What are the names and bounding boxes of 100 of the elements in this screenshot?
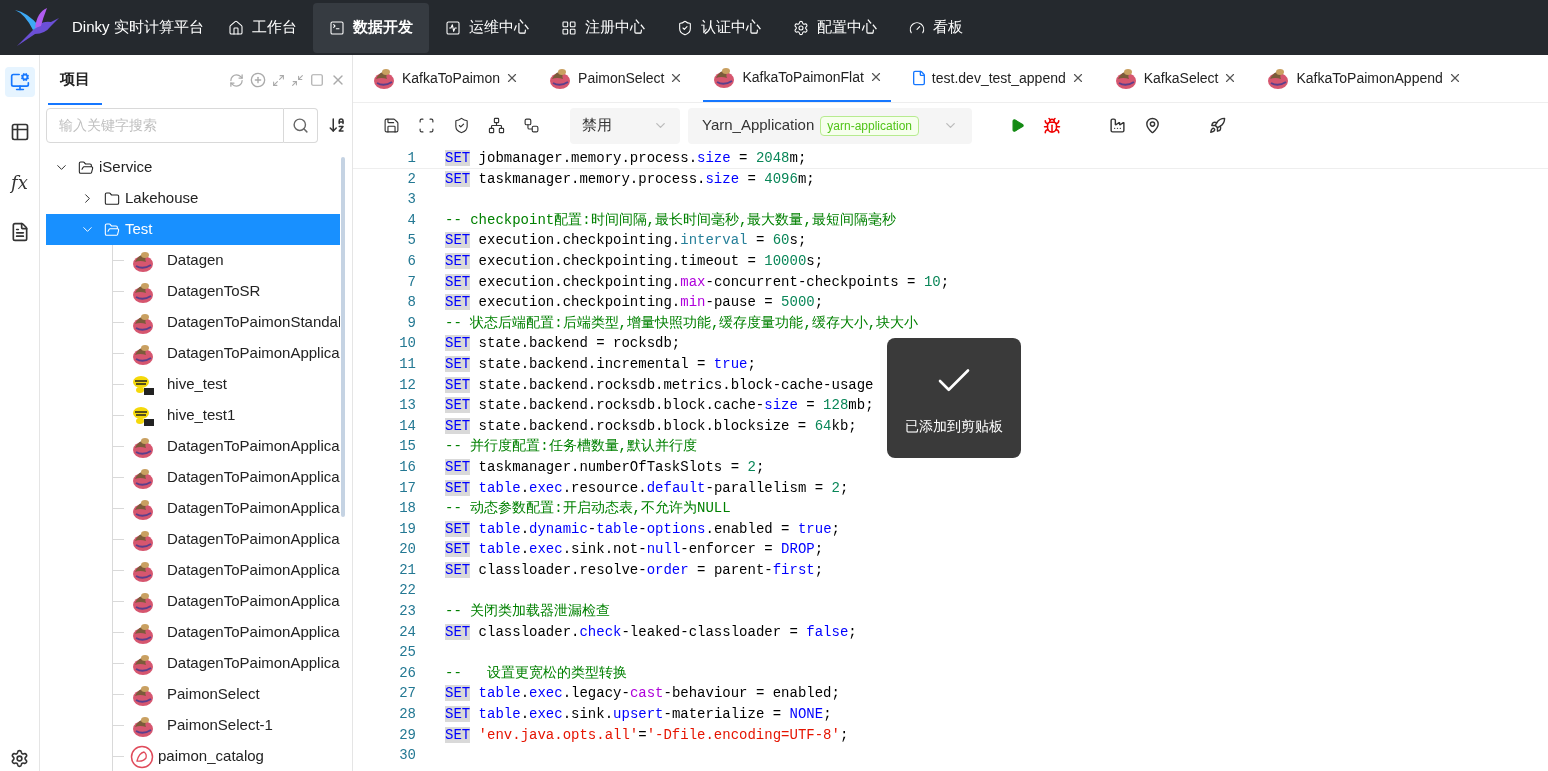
sql-editor-tab[interactable] [4, 67, 35, 97]
editor-tab[interactable]: PaimonSelect [539, 54, 692, 102]
line-number: 30 [398, 746, 416, 766]
tree-job-row[interactable]: DatagenToPaimonApplica [46, 338, 340, 369]
nav-item[interactable]: 看板 [892, 2, 979, 53]
debug-icon[interactable] [1043, 116, 1061, 135]
tree-job-row[interactable]: DatagenToPaimonApplica [46, 555, 340, 586]
tree-job-row[interactable]: DatagenToPaimonApplica [46, 431, 340, 462]
line-number: 27 [398, 684, 416, 704]
code-line: SET taskmanager.numberOfTaskSlots = 2; [445, 457, 765, 477]
job-label: DatagenToPaimonApplica [167, 436, 340, 457]
line-number: 9 [406, 313, 416, 333]
line-number: 25 [398, 643, 416, 663]
tree-job-row[interactable]: Datagen [46, 245, 340, 276]
line-number: 18 [398, 499, 416, 519]
tree-job-row[interactable]: PaimonSelect [46, 679, 340, 710]
check-shield-icon[interactable] [453, 117, 470, 134]
run-icon[interactable] [1010, 118, 1025, 133]
line-number: 19 [398, 519, 416, 539]
line-number: 15 [398, 437, 416, 457]
activity-icon [444, 19, 461, 36]
job-label: paimon_catalog [158, 746, 264, 767]
tree-job-row[interactable]: DatagenToPaimonApplica [46, 462, 340, 493]
rocket-icon[interactable] [1209, 117, 1226, 134]
editor-tab[interactable]: test.dev_test_append [902, 54, 1093, 102]
nav-item[interactable]: 注册中心 [544, 2, 661, 53]
tree-folder-row[interactable]: iService [46, 152, 340, 183]
nav-item[interactable]: 配置中心 [776, 2, 893, 53]
project-tab[interactable]: 项目 [48, 55, 102, 105]
sort-icon[interactable] [328, 116, 346, 134]
file-icon [910, 70, 927, 86]
code-line: SET jobmanager.memory.process.size = 2048m; [445, 149, 807, 168]
tree-job-row[interactable]: DatagenToPaimonApplica [46, 586, 340, 617]
code-line: -- checkpoint配置:时间间隔,最长时间毫秒,最大数量,最短间隔毫秒 [445, 210, 896, 230]
job-label: Datagen [167, 250, 224, 271]
function-tab[interactable]: fx [4, 167, 35, 197]
line-number: 17 [398, 478, 416, 498]
job-label: DatagenToPaimonApplica [167, 343, 340, 364]
line-number: 13 [398, 396, 416, 416]
factory-icon[interactable] [1109, 117, 1126, 134]
job-label: DatagenToPaimonApplica [167, 622, 340, 643]
job-label: PaimonSelect-1 [167, 715, 273, 736]
nav-item[interactable]: 工作台 [211, 2, 313, 53]
code-line: SET execution.checkpointing.timeout = 10000s; [445, 251, 824, 271]
line-number: 7 [406, 272, 416, 292]
code-line: SET table.dynamic-table-options.enabled = true; [445, 519, 840, 539]
job-label: DatagenToPaimonApplica [167, 529, 340, 550]
job-label: DatagenToPaimonApplica [167, 560, 340, 581]
nav-item[interactable]: 认证中心 [660, 2, 777, 53]
home-icon [227, 19, 244, 36]
code-line: -- 设置更宽松的类型转换 [445, 663, 627, 683]
code-line: SET execution.checkpointing.min-pause = 5000; [445, 293, 824, 313]
line-number: 29 [398, 725, 416, 745]
tree-job-row[interactable]: hive_test1 [46, 400, 340, 431]
tree-job-row[interactable]: DatagenToPaimonStandal [46, 307, 340, 338]
tree-job-row[interactable]: hive_test [46, 369, 340, 400]
folder-label: Lakehouse [125, 188, 199, 209]
code-line: SET table.exec.resource.default-parallelism = 2; [445, 478, 849, 498]
tree-job-row[interactable]: DatagenToPaimonApplica [46, 617, 340, 648]
tree-job-row[interactable]: DatagenToPaimonApplica [46, 493, 340, 524]
fullscreen-icon[interactable] [418, 117, 435, 134]
alert-select[interactable]: 禁用 [570, 107, 680, 144]
code-line: SET classloader.check-leaked-classloader = false; [445, 622, 857, 642]
tree-job-row[interactable]: PaimonSelect-1 [46, 710, 340, 741]
flow-icon[interactable] [523, 117, 540, 134]
job-label: PaimonSelect [167, 684, 260, 705]
mode-select[interactable]: Yarn_Application yarn-application [688, 107, 972, 144]
code-line: SET 'env.java.opts.all'='-Dfile.encoding=UTF-8'; [445, 725, 849, 745]
line-number: 4 [406, 210, 416, 230]
nav-item[interactable]: 数据开发 [312, 2, 429, 53]
editor-tab[interactable]: KafkaToPaimon [363, 54, 528, 102]
job-label: DatagenToPaimonApplica [167, 653, 340, 674]
search-icon [292, 116, 309, 134]
save-icon[interactable] [383, 117, 400, 134]
line-number: 1 [406, 149, 416, 168]
search-field[interactable]: 输入关键字搜索 [46, 107, 284, 143]
scrollbar[interactable] [341, 157, 345, 517]
code-line: SET state.backend = rocksdb; [445, 334, 681, 354]
line-number: 22 [398, 581, 416, 601]
search-button[interactable] [284, 107, 318, 143]
editor-tab[interactable]: KafkaToPaimonAppend [1257, 54, 1470, 102]
settings-icon[interactable] [10, 749, 29, 768]
line-number: 5 [406, 231, 416, 251]
editor-tab[interactable]: KafkaSelect [1104, 54, 1246, 102]
code-line: -- 并行度配置:任务槽数量,默认并行度 [445, 437, 697, 457]
settings-icon [792, 19, 809, 36]
tree-job-row[interactable]: paimon_catalog [46, 741, 340, 771]
tree-job-row[interactable]: DatagenToPaimonApplica [46, 524, 340, 555]
hierarchy-icon[interactable] [488, 117, 505, 134]
location-icon[interactable] [1144, 117, 1161, 134]
tree-job-row[interactable]: DatagenToSR [46, 276, 340, 307]
nav-item[interactable]: 运维中心 [428, 2, 545, 53]
code-line: SET table.exec.sink.not-null-enforcer = DROP; [445, 540, 824, 560]
tree-folder-row[interactable]: Lakehouse [46, 183, 340, 214]
tree-job-row[interactable]: DatagenToPaimonApplica [46, 648, 340, 679]
grid-icon [560, 19, 577, 36]
editor-tab[interactable]: KafkaToPaimonFlat [703, 54, 891, 102]
monitor-icon [9, 72, 30, 92]
job-label: hive_test1 [167, 405, 236, 426]
line-number: 24 [398, 622, 416, 642]
